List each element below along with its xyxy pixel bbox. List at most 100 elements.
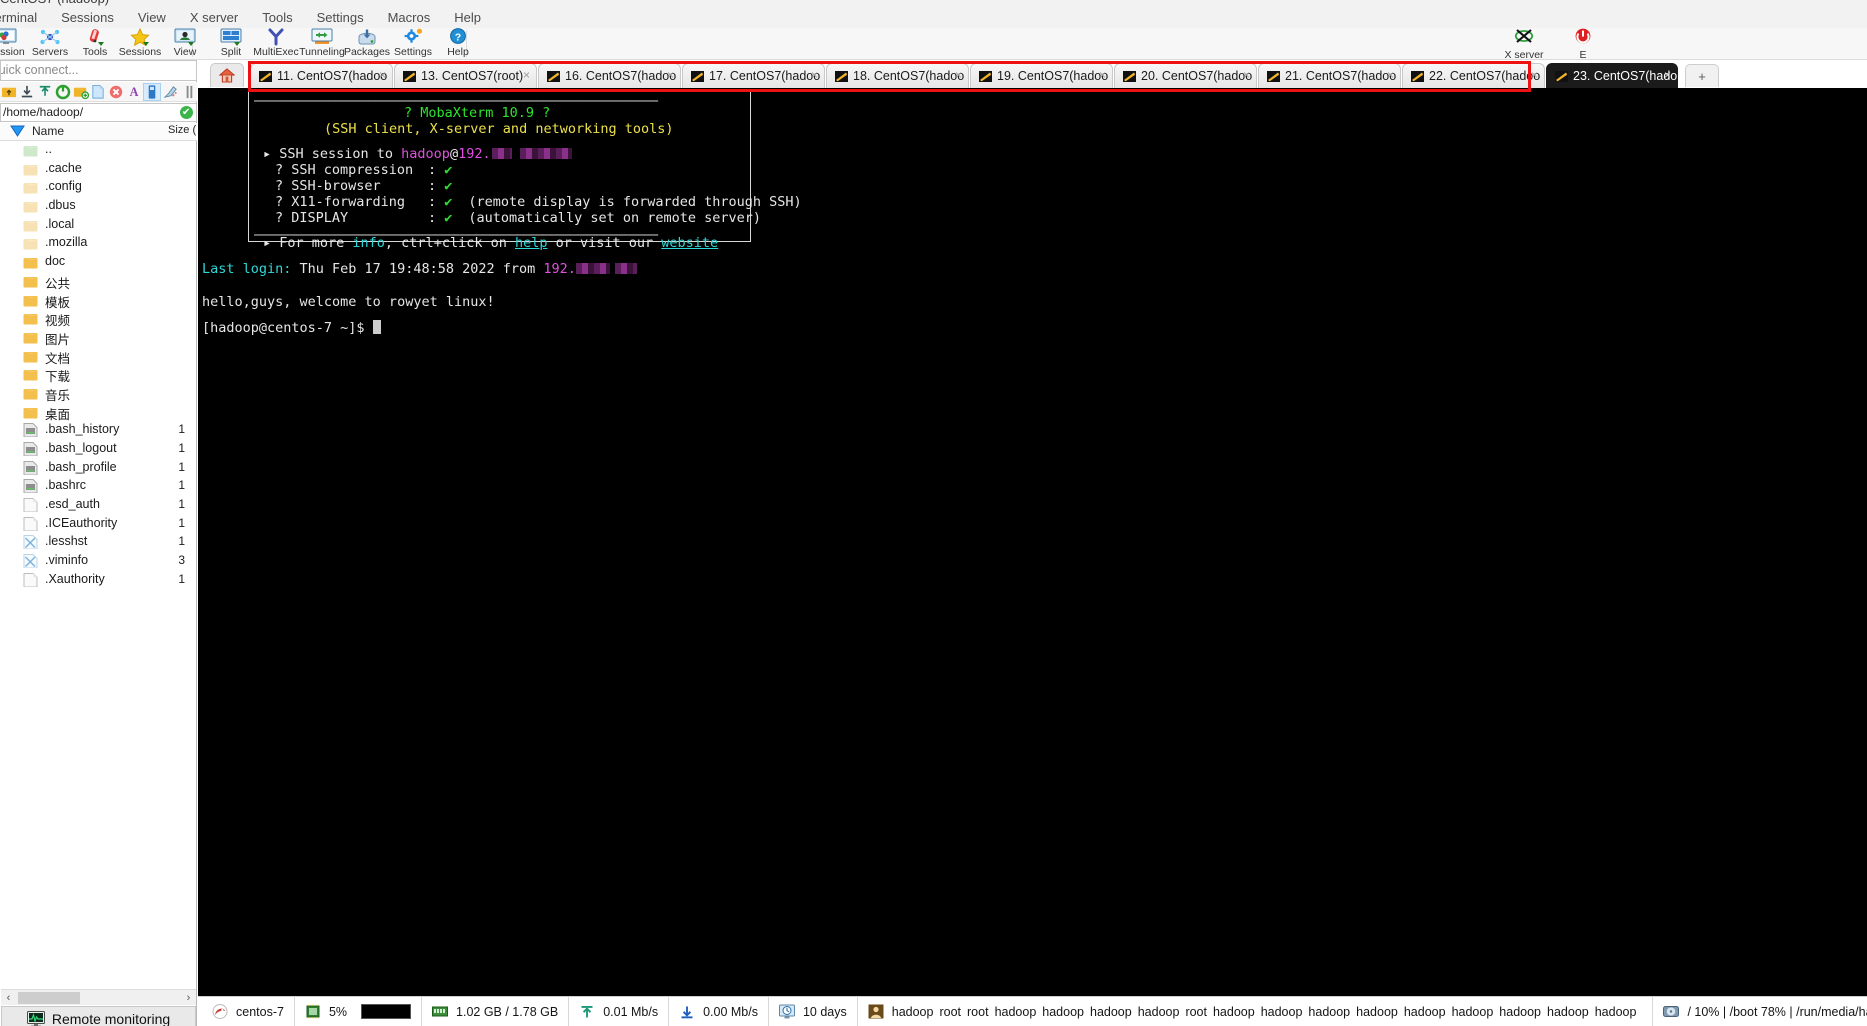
menu-macros[interactable]: Macros [376,8,443,28]
file-row[interactable]: .ICEauthority 1 [1,515,196,534]
terminal-tab-label: 11. CentOS7(hadoo [277,69,388,83]
file-row[interactable]: 下载 [1,365,196,384]
terminal-tab[interactable]: 21. CentOS7(hadoo × [1258,63,1401,88]
file-row[interactable]: 公共 [1,272,196,291]
file-name: 视频 [45,314,71,329]
menu-xserver[interactable]: X server [178,8,250,28]
column-header-size[interactable]: Size ( [168,124,196,136]
close-tab-icon[interactable]: × [1099,68,1106,82]
terminal-prompt-line[interactable]: [hadoop@centos-7 ~]$ [202,320,381,336]
file-row[interactable]: .bashrc 1 [1,477,196,496]
file-row[interactable]: .mozilla [1,234,196,253]
file-row[interactable]: .. [1,141,196,160]
refresh-icon[interactable] [54,83,71,101]
file-list-hscrollbar[interactable]: ‹ › [1,989,196,1005]
permissions-icon[interactable] [162,83,179,101]
status-disks[interactable]: / 10% | /boot 78% | /run/media/hadoop/Ce… [1653,997,1867,1026]
terminal-tab[interactable]: 19. CentOS7(hadoo × [970,63,1113,88]
remote-monitoring-button[interactable]: Remote monitoring [1,1006,196,1026]
new-file-icon[interactable] [90,83,107,101]
home-tab[interactable] [210,63,244,87]
new-tab-button[interactable]: + [1685,64,1719,87]
file-row[interactable]: 文档 [1,347,196,366]
status-uptime[interactable]: 10 days [769,996,858,1026]
status-host[interactable]: centos-7 [198,996,295,1026]
file-row[interactable]: .config [1,178,196,197]
file-row[interactable]: 模板 [1,291,196,310]
more-icon[interactable] [180,83,197,101]
close-tab-icon[interactable]: × [523,68,530,82]
file-row[interactable]: .esd_auth 1 [1,496,196,515]
close-tab-icon[interactable]: × [667,68,674,82]
menu-help[interactable]: Help [442,8,493,28]
terminal-pane[interactable]: ────────────────────────────────────────… [198,88,1867,996]
close-tab-icon[interactable]: × [955,68,962,82]
download-icon[interactable] [19,83,36,101]
terminal-tab[interactable]: 18. CentOS7(hadoo × [826,63,969,88]
terminal-tab[interactable]: 17. CentOS7(hadoo × [682,63,825,88]
status-cpu[interactable]: 5% [295,996,423,1026]
terminal-tab[interactable]: 11. CentOS7(hadoo × [250,63,393,88]
sort-descending-icon[interactable] [10,125,25,138]
file-row[interactable]: .Xauthority 1 [1,571,196,590]
file-name: 图片 [45,332,71,347]
menu-tools[interactable]: Tools [250,8,304,28]
more-icon-glyph [186,85,192,98]
file-size: 1 [178,497,185,512]
file-row[interactable]: .bash_profile 1 [1,459,196,478]
file-name: doc [45,254,66,269]
binary-mode-icon[interactable] [143,82,162,101]
file-row[interactable]: .bash_logout 1 [1,440,196,459]
file-row[interactable]: .local [1,216,196,235]
file-row[interactable]: 视频 [1,309,196,328]
scroll-right-arrow[interactable]: › [181,992,196,1004]
file-row[interactable]: 图片 [1,328,196,347]
file-type-icon [23,405,38,419]
file-row[interactable]: 音乐 [1,384,196,403]
menu-view[interactable]: View [126,8,178,28]
upload-folder-icon[interactable] [1,83,18,101]
menu-terminal[interactable]: Terminal [0,8,49,28]
terminal-tab[interactable]: 16. CentOS7(hadoo × [538,63,681,88]
file-name: .bash_logout [45,441,117,455]
menu-settings[interactable]: Settings [305,8,376,28]
text-mode-icon[interactable]: A [126,83,143,101]
cpu-graph [361,1004,412,1019]
scroll-left-arrow[interactable]: ‹ [1,992,16,1004]
banner-feature-note: (remote display is forwarded through SSH… [468,194,802,210]
status-upload[interactable]: 0.01 Mb/s [569,996,670,1026]
close-tab-icon[interactable]: × [1664,68,1671,82]
close-tab-icon[interactable]: × [1387,68,1394,82]
new-folder-icon[interactable] [72,83,89,101]
sftp-file-list[interactable]: .. .cache .config .dbus .local .mozilla doc 公共模… [1,141,196,925]
terminal-tab[interactable]: 20. CentOS7(hadoo × [1114,63,1257,88]
close-tab-icon[interactable]: × [1243,68,1250,82]
scroll-thumb[interactable] [18,991,80,1004]
file-row[interactable]: doc [1,253,196,272]
file-row[interactable]: .viminfo 3 [1,552,196,571]
delete-icon[interactable] [108,83,125,101]
file-row[interactable]: .lesshst 1 [1,533,196,552]
sftp-path-input[interactable]: /home/hadoop/ [0,103,197,122]
quick-connect-input[interactable]: Quick connect... [0,60,197,81]
menu-sessions[interactable]: Sessions [49,8,126,28]
close-tab-icon[interactable]: × [379,68,386,82]
status-logged-users[interactable]: hadoop root root hadoop hadoop hadoop hadoop ro… [858,996,1654,1026]
file-row[interactable]: 桌面 [1,403,196,422]
file-row[interactable]: .dbus [1,197,196,216]
column-header-name[interactable]: Name [32,124,64,138]
file-row[interactable]: .bash_history 1 [1,421,196,440]
logged-user: hadoop [1547,1004,1589,1019]
toolbar-button-xserver[interactable]: X server [1497,28,1551,61]
file-row[interactable]: .cache [1,160,196,179]
terminal-tab[interactable]: 13. CentOS7(root) × [394,63,537,88]
status-memory[interactable]: 1.02 GB / 1.78 GB [422,996,570,1026]
toolbar-button-exit[interactable]: E [1556,28,1610,61]
close-tab-icon[interactable]: × [1531,68,1538,82]
upload-icon[interactable] [37,83,54,101]
terminal-tab[interactable]: 23. CentOS7(hado × [1546,63,1678,88]
terminal-tab[interactable]: 22. CentOS7(hadoo × [1402,63,1545,88]
status-download[interactable]: 0.00 Mb/s [669,996,769,1026]
close-tab-icon[interactable]: × [811,68,818,82]
toolbar-button-help[interactable]: ? Help [430,28,486,60]
